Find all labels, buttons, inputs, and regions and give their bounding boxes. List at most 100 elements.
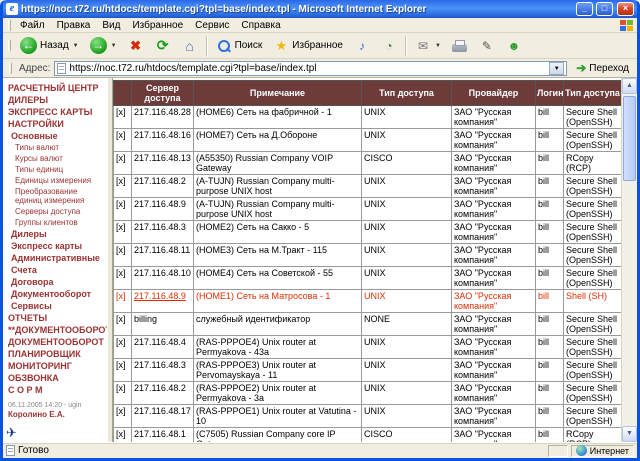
airplane-icon[interactable]: ✈ <box>6 425 17 441</box>
vertical-scrollbar[interactable]: ▲ ▼ <box>621 78 637 442</box>
column-header[interactable]: Тип доступа <box>361 80 452 106</box>
menu-item[interactable]: Сервис <box>189 20 235 31</box>
sidebar-link[interactable]: **ДОКУМЕНТООБОРОТ** <box>6 324 107 336</box>
maximize-button[interactable]: □ <box>596 2 613 16</box>
sidebar-link[interactable]: Преобразование единиц измерения <box>6 186 105 206</box>
sidebar-link[interactable]: Группы клиентов <box>6 217 105 228</box>
row-select-link[interactable]: [x] <box>113 266 132 290</box>
sidebar-link[interactable]: Договора <box>6 276 105 288</box>
history-button[interactable]: ◔ <box>376 35 402 57</box>
edit-button[interactable]: ✎ <box>474 35 500 57</box>
row-select-link[interactable]: [x] <box>113 105 132 129</box>
print-button[interactable] <box>447 35 473 57</box>
close-button[interactable]: × <box>617 2 634 16</box>
server-cell[interactable]: 217.116.48.28 <box>131 105 194 129</box>
toolbar-grip[interactable] <box>8 40 11 51</box>
menu-item[interactable]: Файл <box>14 20 51 31</box>
menu-item[interactable]: Правка <box>51 20 97 31</box>
server-cell[interactable]: 217.116.48.16 <box>131 128 194 152</box>
server-cell[interactable]: 217.116.48.11 <box>131 243 194 267</box>
server-cell[interactable]: billing <box>131 312 194 336</box>
row-select-link[interactable]: [x] <box>113 381 132 405</box>
sidebar-link[interactable]: Основные <box>6 130 105 142</box>
scroll-down-icon[interactable]: ▼ <box>622 426 637 442</box>
sidebar-link[interactable]: НАСТРОЙКИ <box>6 118 105 130</box>
addressbar-grip[interactable] <box>9 62 12 74</box>
scroll-up-icon[interactable]: ▲ <box>622 78 637 94</box>
menu-item[interactable]: Справка <box>235 20 286 31</box>
column-header[interactable]: Примечание <box>193 80 362 106</box>
favorites-button[interactable]: ★ Избранное <box>268 35 348 57</box>
server-cell[interactable]: 217.116.48.17 <box>131 404 194 428</box>
search-button[interactable]: Поиск <box>211 35 268 57</box>
server-cell[interactable]: 217.116.48.1 <box>131 427 194 442</box>
row-select-link[interactable]: [x] <box>113 128 132 152</box>
column-header[interactable]: Логин <box>535 80 564 106</box>
menu-item[interactable]: Вид <box>96 20 126 31</box>
server-cell[interactable]: 217.116.48.2 <box>131 381 194 405</box>
sidebar-link[interactable]: ДОКУМЕНТООБОРОТ <box>6 336 105 348</box>
server-cell[interactable]: 217.116.48.2 <box>131 174 194 198</box>
sidebar-link[interactable]: С О Р М <box>6 384 105 396</box>
server-cell[interactable]: 217.116.48.3 <box>131 358 194 382</box>
sidebar-link[interactable]: ОТЧЕТЫ <box>6 312 105 324</box>
stop-button[interactable]: ✖ <box>123 35 149 57</box>
address-input[interactable]: https://noc.t72.ru/htdocs/template.cgi?t… <box>54 60 568 76</box>
server-cell[interactable]: 217.116.48.13 <box>131 151 194 175</box>
sidebar-link[interactable]: ПЛАНИРОВЩИК <box>6 348 105 360</box>
sidebar-link[interactable]: Серверы доступа <box>6 206 105 217</box>
address-url[interactable]: https://noc.t72.ru/htdocs/template.cgi?t… <box>69 63 546 74</box>
menu-item[interactable]: Избранное <box>126 20 189 31</box>
sidebar-link[interactable]: ОБЗВОНКА <box>6 372 105 384</box>
column-header[interactable]: Тип доступа <box>563 80 621 106</box>
sidebar-link[interactable]: Документооборот <box>6 288 105 300</box>
row-select-link[interactable]: [x] <box>113 427 132 442</box>
sidebar-link[interactable]: Административные <box>6 252 105 264</box>
server-cell[interactable]: 217.116.48.9 <box>131 197 194 221</box>
sidebar-link[interactable]: Экспресс карты <box>6 240 105 252</box>
row-select-link[interactable]: [x] <box>113 220 132 244</box>
minimize-button[interactable]: _ <box>576 2 593 16</box>
row-select-link[interactable]: [x] <box>113 358 132 382</box>
scroll-thumb[interactable] <box>623 96 636 181</box>
sidebar-link[interactable]: МОНИТОРИНГ <box>6 360 105 372</box>
column-header[interactable]: Сервер доступа <box>131 80 194 106</box>
sidebar-link[interactable]: Сервисы <box>6 300 105 312</box>
sidebar-link[interactable]: Счета <box>6 264 105 276</box>
address-dropdown-icon[interactable]: ▼ <box>549 61 565 75</box>
sidebar-link[interactable]: ЭКСПРЕСС КАРТЫ <box>6 106 105 118</box>
row-select-link[interactable]: [x] <box>113 335 132 359</box>
sidebar-link[interactable]: РАСЧЕТНЫЙ ЦЕНТР <box>6 82 105 94</box>
sidebar-link[interactable]: Типы валют <box>6 142 105 153</box>
sidebar-link[interactable]: Курсы валют <box>6 153 105 164</box>
row-select-link[interactable]: [x] <box>113 289 132 313</box>
column-header[interactable]: Провайдер <box>451 80 536 106</box>
row-select-link[interactable]: [x] <box>113 197 132 221</box>
messenger-button[interactable]: ☻ <box>501 35 527 57</box>
back-dropdown-icon[interactable]: ▼ <box>73 43 79 49</box>
column-header[interactable] <box>113 80 132 106</box>
forward-button[interactable]: → ▼ <box>85 34 122 57</box>
scroll-track[interactable] <box>622 94 637 426</box>
sidebar-link[interactable]: ДИЛЕРЫ <box>6 94 105 106</box>
row-select-link[interactable]: [x] <box>113 174 132 198</box>
forward-dropdown-icon[interactable]: ▼ <box>111 43 117 49</box>
home-button[interactable]: ⌂ <box>177 35 203 57</box>
row-select-link[interactable]: [x] <box>113 151 132 175</box>
server-cell[interactable]: 217.116.48.4 <box>131 335 194 359</box>
mail-button[interactable]: ✉ ▼ <box>410 35 446 57</box>
server-cell[interactable]: 217.116.48.10 <box>131 266 194 290</box>
sidebar-link[interactable]: Типы единиц <box>6 164 105 175</box>
go-button[interactable]: ➔ Переход <box>571 60 634 76</box>
sidebar-link[interactable]: Единицы измерения <box>6 175 105 186</box>
mail-dropdown-icon[interactable]: ▼ <box>435 43 441 49</box>
server-cell[interactable]: 217.116.48.3 <box>131 220 194 244</box>
row-select-link[interactable]: [x] <box>113 243 132 267</box>
media-button[interactable]: ♪ <box>349 35 375 57</box>
menubar-grip[interactable] <box>8 19 11 31</box>
back-button[interactable]: ← Назад ▼ <box>15 34 84 57</box>
row-select-link[interactable]: [x] <box>113 404 132 428</box>
refresh-button[interactable]: ⟳ <box>150 35 176 57</box>
sidebar-link[interactable]: Дилеры <box>6 228 105 240</box>
server-cell[interactable]: 217.116.48.9 <box>131 289 194 313</box>
